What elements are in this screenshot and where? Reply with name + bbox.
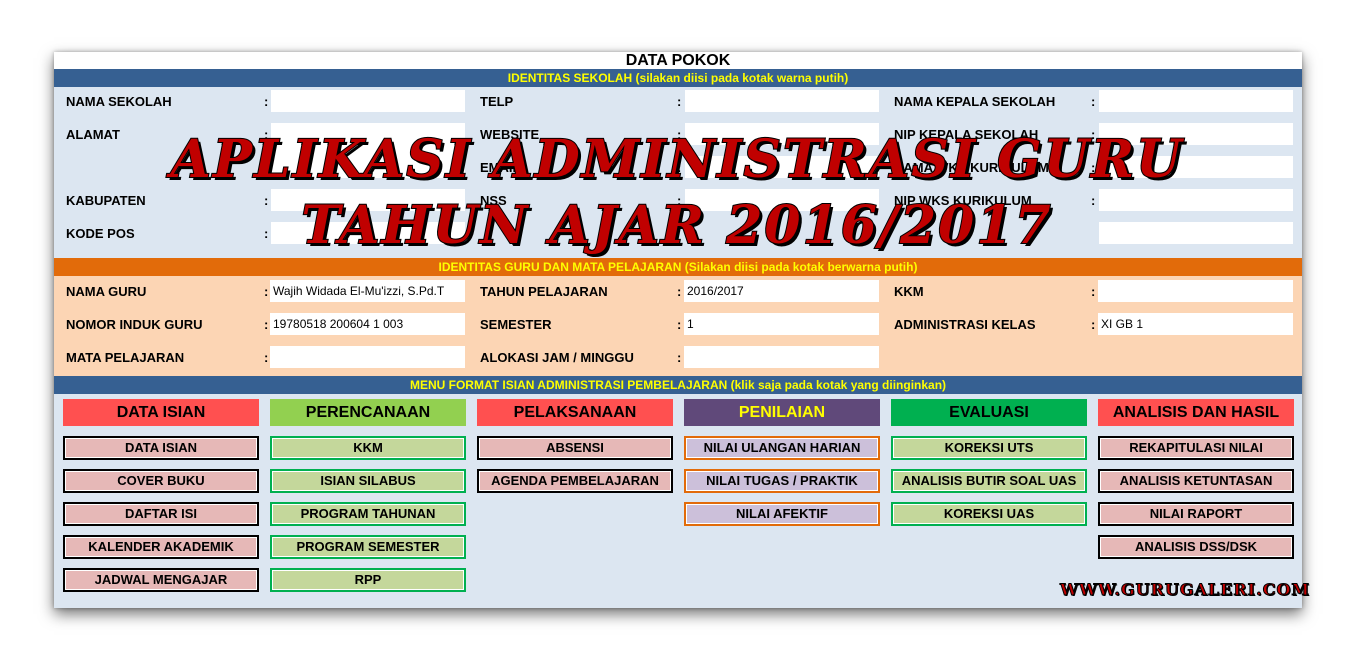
menu-button[interactable]: NILAI RAPORT <box>1098 502 1294 526</box>
teacher-identity-section: NAMA GURU : Wajih Widada El-Mu'izzi, S.P… <box>54 276 1302 376</box>
principal-nip-field[interactable] <box>1099 123 1293 145</box>
menu-button[interactable]: PROGRAM SEMESTER <box>270 535 466 559</box>
colon: : <box>677 317 682 332</box>
nss-label: NSS <box>480 193 507 208</box>
teacher-name-field[interactable]: Wajih Widada El-Mu'izzi, S.Pd.T <box>270 280 465 302</box>
class-admin-label: ADMINISTRASI KELAS <box>894 317 1036 332</box>
website-watermark: WWW.GURUGALERI.COM <box>1060 580 1311 600</box>
menu-button[interactable]: ANALISIS DSS/DSK <box>1098 535 1294 559</box>
semester-label: SEMESTER <box>480 317 552 332</box>
school-identity-section: NAMA SEKOLAH : ALAMAT : KABUPATEN : KODE… <box>54 87 1302 258</box>
kkm-field[interactable] <box>1098 280 1293 302</box>
colon: : <box>677 94 682 109</box>
colon: : <box>264 226 269 241</box>
nss-field[interactable] <box>685 189 879 211</box>
menu-button[interactable]: KKM <box>270 436 466 460</box>
colon: : <box>677 160 682 175</box>
colon: : <box>677 193 682 208</box>
menu-button[interactable]: ANALISIS BUTIR SOAL UAS <box>891 469 1087 493</box>
colon: : <box>1091 127 1096 142</box>
menu-header: MENU FORMAT ISIAN ADMINISTRASI PEMBELAJA… <box>54 376 1302 394</box>
colon: : <box>264 317 269 332</box>
menu-button[interactable]: ISIAN SILABUS <box>270 469 466 493</box>
colon: : <box>264 350 269 365</box>
menu-button[interactable]: KOREKSI UTS <box>891 436 1087 460</box>
colon: : <box>1091 317 1096 332</box>
menu-column-header: PENILAIAN <box>684 399 880 426</box>
colon: : <box>1091 193 1096 208</box>
menu-column-header: PERENCANAAN <box>270 399 466 426</box>
school-identity-header: IDENTITAS SEKOLAH (silakan diisi pada ko… <box>54 69 1302 87</box>
spreadsheet-sheet: DATA POKOK IDENTITAS SEKOLAH (silakan di… <box>54 52 1302 608</box>
colon: : <box>264 193 269 208</box>
district-field[interactable] <box>271 189 465 211</box>
phone-field[interactable] <box>685 90 879 112</box>
address-label: ALAMAT <box>66 127 120 142</box>
curriculum-vp-nip-label: NIP WKS KURIKULUM <box>894 193 1032 208</box>
principal-name-label: NAMA KEPALA SEKOLAH <box>894 94 1056 109</box>
phone-label: TELP <box>480 94 514 109</box>
teacher-id-field[interactable]: 19780518 200604 1 003 <box>270 313 465 335</box>
menu-button[interactable]: NILAI TUGAS / PRAKTIK <box>684 469 880 493</box>
email-label: EMAIL <box>480 160 521 175</box>
menu-button[interactable]: NILAI ULANGAN HARIAN <box>684 436 880 460</box>
colon: : <box>677 350 682 365</box>
colon: : <box>1091 94 1096 109</box>
colon: : <box>264 127 269 142</box>
menu-column-header: EVALUASI <box>891 399 1087 426</box>
principal-nip-label: NIP KEPALA SEKOLAH <box>894 127 1039 142</box>
subject-label: MATA PELAJARAN <box>66 350 185 365</box>
school-year-label: TAHUN PELAJARAN <box>480 284 608 299</box>
menu-column-header: PELAKSANAAN <box>477 399 673 426</box>
hours-per-week-label: ALOKASI JAM / MINGGU <box>480 350 634 365</box>
class-admin-field[interactable]: XI GB 1 <box>1098 313 1293 335</box>
colon: : <box>677 284 682 299</box>
menu-button[interactable]: COVER BUKU <box>63 469 259 493</box>
menu-button[interactable]: JADWAL MENGAJAR <box>63 568 259 592</box>
menu-button[interactable]: AGENDA PEMBELAJARAN <box>477 469 673 493</box>
teacher-identity-header: IDENTITAS GURU DAN MATA PELAJARAN (Silak… <box>54 258 1302 276</box>
principal-name-field[interactable] <box>1099 90 1293 112</box>
menu-button[interactable]: DAFTAR ISI <box>63 502 259 526</box>
website-field[interactable] <box>685 123 879 145</box>
page-title: DATA POKOK <box>54 52 1302 69</box>
school-name-label: NAMA SEKOLAH <box>66 94 172 109</box>
menu-column-header: ANALISIS DAN HASIL <box>1098 399 1294 426</box>
school-name-field[interactable] <box>271 90 465 112</box>
menu-column-header: DATA ISIAN <box>63 399 259 426</box>
teacher-name-label: NAMA GURU <box>66 284 147 299</box>
menu-button[interactable]: REKAPITULASI NILAI <box>1098 436 1294 460</box>
menu-button[interactable]: PROGRAM TAHUNAN <box>270 502 466 526</box>
address-field[interactable] <box>271 123 465 178</box>
colon: : <box>1091 160 1096 175</box>
semester-field[interactable]: 1 <box>684 313 879 335</box>
teacher-id-label: NOMOR INDUK GURU <box>66 317 203 332</box>
menu-button[interactable]: NILAI AFEKTIF <box>684 502 880 526</box>
email-field[interactable] <box>685 156 879 178</box>
menu-button[interactable]: RPP <box>270 568 466 592</box>
kkm-label: KKM <box>894 284 924 299</box>
curriculum-vp-name-label: NAMA WKS KURIKULUM <box>894 160 1049 175</box>
postal-code-field[interactable] <box>271 222 465 244</box>
postal-code-label: KODE POS <box>66 226 135 241</box>
school-year-field[interactable]: 2016/2017 <box>684 280 879 302</box>
menu-button[interactable]: DATA ISIAN <box>63 436 259 460</box>
subject-field[interactable] <box>270 346 465 368</box>
curriculum-vp-name-field[interactable] <box>1099 156 1293 178</box>
extra-field[interactable] <box>1099 222 1293 244</box>
colon: : <box>264 94 269 109</box>
colon: : <box>677 127 682 142</box>
menu-button[interactable]: KOREKSI UAS <box>891 502 1087 526</box>
menu-button[interactable]: ANALISIS KETUNTASAN <box>1098 469 1294 493</box>
colon: : <box>264 284 269 299</box>
menu-button[interactable]: KALENDER AKADEMIK <box>63 535 259 559</box>
menu-button[interactable]: ABSENSI <box>477 436 673 460</box>
website-label: WEBSITE <box>480 127 540 142</box>
curriculum-vp-nip-field[interactable] <box>1099 189 1293 211</box>
district-label: KABUPATEN <box>66 193 146 208</box>
menu-section: DATA ISIAN DATA ISIAN COVER BUKU DAFTAR ISI… <box>54 394 1302 608</box>
colon: : <box>1091 284 1096 299</box>
hours-per-week-field[interactable] <box>684 346 879 368</box>
